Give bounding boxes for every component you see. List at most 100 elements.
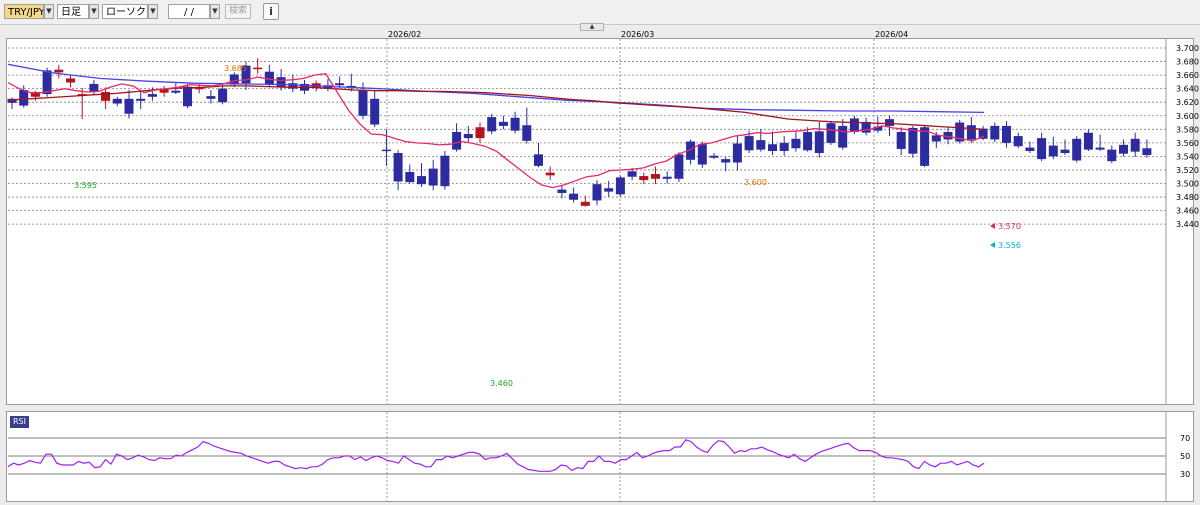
candle-body	[931, 135, 941, 142]
low-label: 3.460	[490, 379, 513, 388]
candle-body	[814, 131, 824, 154]
rsi-line	[7, 439, 985, 472]
candle-body	[136, 98, 146, 101]
y-tick-label: 3.620	[1176, 98, 1199, 107]
candle-body	[440, 155, 450, 187]
candle-body	[522, 125, 532, 141]
candle-body	[89, 83, 99, 93]
candle-body	[370, 98, 380, 125]
candle-body	[885, 119, 894, 126]
candle-body	[674, 154, 684, 179]
candle-body	[569, 193, 579, 200]
candle-body	[1037, 138, 1047, 160]
candle-body	[358, 90, 368, 116]
candle-body	[147, 94, 157, 97]
candle-body	[826, 123, 836, 143]
candle-body	[405, 171, 415, 183]
candle-body	[639, 176, 649, 181]
candle-body	[1142, 148, 1152, 156]
x-tick-label: 2026/04	[875, 30, 908, 39]
candle-body	[276, 77, 286, 88]
candle-body	[1025, 147, 1035, 151]
y-tick-label: 3.480	[1176, 193, 1199, 202]
candle-body	[229, 74, 239, 85]
y-tick-label: 3.520	[1176, 166, 1199, 175]
candle-body	[183, 86, 192, 107]
candle-body	[838, 125, 848, 148]
chart-canvas: 3.700 3.680 3.660 3.640 3.620 3.600 3.580 3.560…	[7, 30, 1199, 501]
candle-body	[966, 125, 976, 140]
y-tick-label: 3.680	[1176, 58, 1199, 67]
candle-body	[1060, 149, 1070, 154]
candle-body	[1119, 144, 1128, 154]
x-tick-label: 2026/03	[621, 30, 654, 39]
candle-body	[908, 127, 918, 154]
candle-body	[779, 142, 789, 151]
candle-body	[1013, 136, 1023, 147]
candle-body	[990, 125, 1000, 140]
candle-body	[534, 154, 543, 166]
candle-body	[112, 98, 122, 104]
high-label: 3.685	[224, 64, 247, 73]
y-tick-label: 3.500	[1176, 180, 1199, 189]
y-tick-label: 3.440	[1176, 220, 1199, 229]
candle-body	[253, 67, 263, 70]
y-tick-label: 3.600	[1176, 112, 1199, 121]
candle-body	[66, 78, 75, 83]
high-label: 3.600	[744, 178, 767, 187]
candle-body	[756, 140, 766, 150]
candle-body	[19, 90, 29, 106]
ma-tag-label: 3.570	[998, 222, 1021, 231]
candle-body	[475, 127, 485, 139]
candle-body	[604, 188, 614, 192]
candle-body	[849, 118, 859, 133]
x-tick-label: 2026/02	[388, 30, 421, 39]
candle-body	[1130, 138, 1140, 152]
candle-body	[709, 155, 719, 158]
candle-body	[487, 117, 497, 132]
candle-body	[171, 90, 181, 93]
candle-body	[498, 121, 508, 126]
candle-body	[463, 134, 473, 139]
y-tick-label: 3.580	[1176, 125, 1199, 134]
candle-body	[791, 138, 801, 149]
candle-body	[744, 136, 754, 151]
candle-body	[721, 159, 731, 163]
candle-body	[428, 168, 438, 186]
candle-body	[206, 96, 216, 99]
candle-body	[417, 176, 426, 185]
candle-body	[124, 98, 134, 114]
y-tick-label: 3.700	[1176, 44, 1199, 53]
rsi-tick-label: 50	[1180, 452, 1190, 461]
candle-body	[54, 69, 64, 73]
candle-body	[803, 132, 813, 151]
candle-body	[920, 127, 930, 166]
y-tick-label: 3.660	[1176, 71, 1199, 80]
candle-body	[1002, 125, 1011, 143]
candle-body	[896, 132, 906, 149]
candle-body	[732, 143, 742, 163]
candle-body	[615, 177, 625, 195]
candle-body	[592, 184, 602, 201]
candle-body	[627, 171, 637, 177]
candle-body	[1107, 149, 1117, 162]
rsi-tick-label: 30	[1180, 470, 1190, 479]
candle-body	[545, 172, 555, 176]
candle-body	[651, 174, 660, 179]
candle-body	[393, 153, 403, 182]
candle-body	[662, 176, 672, 179]
candle-body	[768, 144, 777, 151]
low-label: 3.595	[74, 181, 97, 190]
price-tag-marker	[990, 242, 995, 248]
y-tick-label: 3.460	[1176, 207, 1199, 216]
price-tag-label: 3.556	[998, 241, 1021, 250]
candle-body	[218, 88, 228, 103]
candle-body	[1083, 132, 1093, 150]
y-tick-label: 3.640	[1176, 85, 1199, 94]
y-tick-label: 3.540	[1176, 152, 1199, 161]
candle-body	[510, 117, 520, 131]
candle-body	[1048, 145, 1058, 157]
y-tick-label: 3.560	[1176, 139, 1199, 148]
candle-body	[42, 70, 52, 95]
candle-body	[381, 149, 391, 152]
